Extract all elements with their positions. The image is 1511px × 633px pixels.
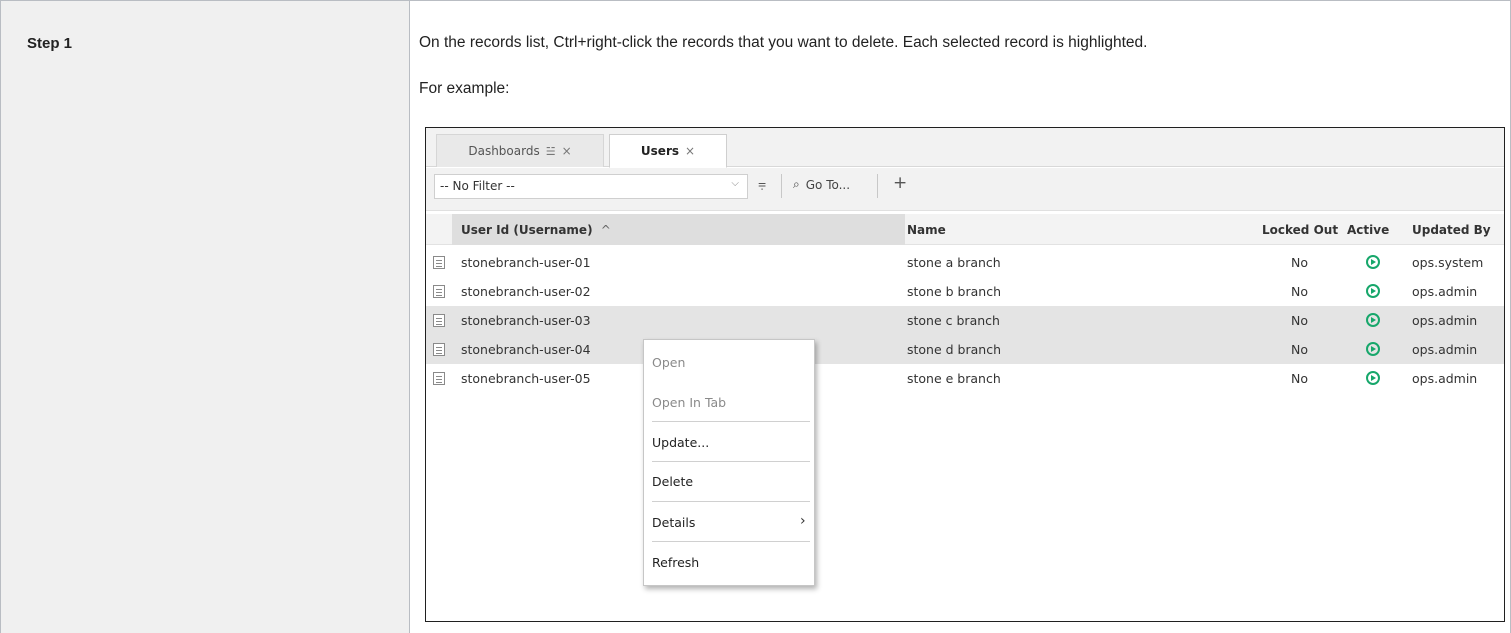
chevron-down-icon[interactable]: ⌵	[731, 178, 739, 189]
toolbar-divider	[781, 174, 782, 198]
active-icon	[1366, 313, 1380, 327]
doc-step-table: Step 1 On the records list, Ctrl+right-c…	[0, 0, 1511, 633]
menu-item-open-in-tab[interactable]: Open In Tab	[652, 395, 726, 410]
tab-label: Users	[640, 144, 680, 158]
cell-updated-by: ops.admin	[1412, 313, 1478, 328]
close-icon[interactable]: ×	[562, 144, 572, 158]
menu-item-details[interactable]: Details	[652, 515, 695, 530]
instruction-text: On the records list, Ctrl+right-click th…	[419, 34, 1148, 51]
cell-locked-out: No	[1291, 342, 1308, 357]
cell-name: stone c branch	[907, 313, 1000, 328]
table-row[interactable]: stonebranch-user-02 stone b branch No op…	[426, 277, 1504, 306]
tab-bar: Dashboards ☱ × Users ×	[426, 128, 1504, 168]
active-icon	[1366, 342, 1380, 356]
column-divider	[409, 0, 410, 633]
example-label: For example:	[419, 80, 510, 97]
cell-name: stone e branch	[907, 371, 1001, 386]
col-active[interactable]: Active	[1347, 223, 1389, 237]
col-locked-out[interactable]: Locked Out	[1262, 223, 1338, 237]
toolbar-divider	[877, 174, 878, 198]
example-screenshot: Dashboards ☱ × Users × -- No Filter -- ⌵…	[425, 127, 1505, 622]
cell-name: stone a branch	[907, 255, 1001, 270]
menu-item-refresh[interactable]: Refresh	[652, 555, 699, 570]
cell-locked-out: No	[1291, 284, 1308, 299]
cell-user-id: stonebranch-user-01	[461, 255, 591, 270]
table-row[interactable]: stonebranch-user-05 stone e branch No op…	[426, 364, 1504, 393]
cell-updated-by: ops.system	[1412, 255, 1484, 270]
cell-user-id: stonebranch-user-05	[461, 371, 591, 386]
cell-updated-by: ops.admin	[1412, 371, 1478, 386]
search-icon: ⌕	[793, 177, 800, 191]
filter-select[interactable]: -- No Filter -- ⌵	[434, 174, 748, 199]
context-menu: Open Open In Tab Update... Delete Detail…	[643, 339, 815, 586]
tab-dashboards[interactable]: Dashboards ☱ ×	[436, 134, 604, 167]
menu-item-open[interactable]: Open	[652, 355, 685, 370]
table-row[interactable]: stonebranch-user-01 stone a branch No op…	[426, 248, 1504, 277]
cell-name: stone b branch	[907, 284, 1002, 299]
cell-locked-out: No	[1291, 313, 1308, 328]
menu-divider	[652, 541, 810, 542]
record-icon	[433, 285, 445, 298]
grid-header: User Id (Username) ^ Name Locked Out Act…	[426, 214, 1504, 245]
cell-updated-by: ops.admin	[1412, 284, 1478, 299]
menu-divider	[652, 501, 810, 502]
step-cell: Step 1	[1, 1, 409, 633]
active-icon	[1366, 255, 1380, 269]
record-icon	[433, 343, 445, 356]
goto-button[interactable]: ⌕ Go To...	[793, 177, 850, 192]
col-updated-by[interactable]: Updated By	[1412, 223, 1491, 237]
menu-item-update[interactable]: Update...	[652, 435, 709, 450]
cell-locked-out: No	[1291, 255, 1308, 270]
record-icon	[433, 256, 445, 269]
table-row-selected[interactable]: stonebranch-user-03 stone c branch No op…	[426, 306, 1504, 335]
cell-locked-out: No	[1291, 371, 1308, 386]
add-icon[interactable]: +	[893, 173, 907, 193]
col-name[interactable]: Name	[907, 223, 946, 237]
cell-updated-by: ops.admin	[1412, 342, 1478, 357]
step-label: Step 1	[27, 35, 73, 52]
pin-icon[interactable]: ☱	[546, 145, 556, 158]
cell-name: stone d branch	[907, 342, 1002, 357]
goto-label: Go To...	[805, 177, 851, 192]
tab-users[interactable]: Users ×	[609, 134, 727, 168]
close-icon[interactable]: ×	[685, 144, 695, 158]
menu-item-delete[interactable]: Delete	[652, 474, 693, 489]
table-row-selected[interactable]: stonebranch-user-04 stone d branch No op…	[426, 335, 1504, 364]
active-icon	[1366, 371, 1380, 385]
active-icon	[1366, 284, 1380, 298]
cell-user-id: stonebranch-user-02	[461, 284, 591, 299]
menu-divider	[652, 421, 810, 422]
record-icon	[433, 314, 445, 327]
chevron-right-icon: ›	[800, 513, 806, 529]
filter-value: -- No Filter --	[440, 179, 515, 193]
record-icon	[433, 372, 445, 385]
toolbar: -- No Filter -- ⌵ ⩦ ⌕ Go To... +	[426, 168, 1504, 211]
menu-divider	[652, 461, 810, 462]
col-user-id[interactable]: User Id (Username) ^	[461, 223, 611, 237]
filter-icon[interactable]: ⩦	[758, 176, 766, 192]
cell-user-id: stonebranch-user-03	[461, 313, 591, 328]
tab-label: Dashboards	[468, 144, 540, 158]
cell-user-id: stonebranch-user-04	[461, 342, 591, 357]
sort-ascending-icon: ^	[600, 223, 611, 237]
